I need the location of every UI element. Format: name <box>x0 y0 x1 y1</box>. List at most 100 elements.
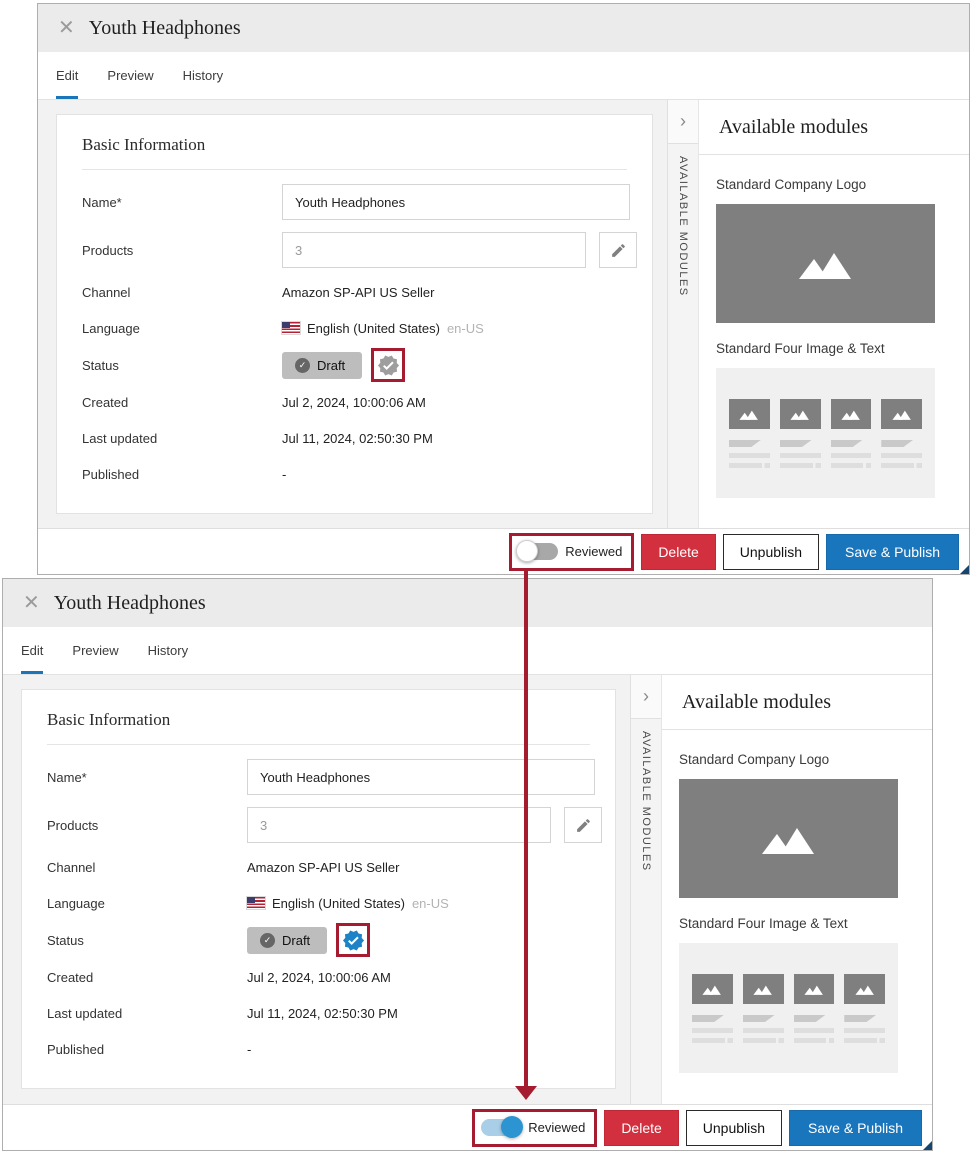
name-label: Name* <box>82 195 282 210</box>
modules-panel-title: Available modules <box>699 100 969 155</box>
tab-preview[interactable]: Preview <box>72 627 118 674</box>
close-icon[interactable]: ✕ <box>23 593 40 613</box>
annotation-arrow-head <box>515 1086 537 1100</box>
toggle-knob[interactable] <box>501 1116 523 1138</box>
section-title: Basic Information <box>47 710 590 745</box>
field-row-created: Created Jul 2, 2024, 10:00:06 AM <box>82 384 627 420</box>
unpublish-button[interactable]: Unpublish <box>723 534 819 570</box>
field-row-name: Name* <box>82 178 627 226</box>
field-row-published: Published - <box>82 456 627 492</box>
module-name-four-image-text: Standard Four Image & Text <box>716 341 952 356</box>
mountains-icon <box>738 409 760 420</box>
tab-history[interactable]: History <box>183 52 223 99</box>
language-value: English (United States) <box>272 896 405 911</box>
language-code: en-US <box>447 321 484 336</box>
status-value: Draft <box>317 358 345 373</box>
module-company-logo-thumbnail[interactable] <box>716 204 935 323</box>
tab-preview[interactable]: Preview <box>107 52 153 99</box>
status-badge: ✓ Draft <box>282 352 362 379</box>
editor-window-before: ✕ Youth Headphones Edit Preview History … <box>37 3 970 575</box>
name-field[interactable] <box>247 759 595 795</box>
module-company-logo-thumbnail[interactable] <box>679 779 898 898</box>
language-label: Language <box>82 321 282 336</box>
main-area: Basic Information Name* Products Ch <box>38 100 667 528</box>
placeholder-column <box>743 974 784 1073</box>
tab-edit[interactable]: Edit <box>56 52 78 99</box>
save-publish-button[interactable]: Save & Publish <box>789 1110 922 1146</box>
field-row-language: Language English (United States) en-US <box>47 885 590 921</box>
mountains-icon <box>840 409 862 420</box>
published-label: Published <box>47 1042 247 1057</box>
name-label: Name* <box>47 770 247 785</box>
name-field[interactable] <box>282 184 630 220</box>
close-icon[interactable]: ✕ <box>58 18 75 38</box>
tab-bar: Edit Preview History <box>38 52 969 100</box>
placeholder-column <box>692 974 733 1073</box>
created-value: Jul 2, 2024, 10:00:06 AM <box>247 970 391 985</box>
language-label: Language <box>47 896 247 911</box>
status-label: Status <box>82 358 282 373</box>
channel-value: Amazon SP-API US Seller <box>247 860 399 875</box>
us-flag-icon <box>282 322 300 334</box>
products-field[interactable] <box>282 232 586 268</box>
mountains-icon <box>752 984 774 995</box>
window-header: ✕ Youth Headphones <box>3 579 932 627</box>
tab-bar: Edit Preview History <box>3 627 932 675</box>
annotation-box-reviewed: Reviewed <box>472 1109 597 1147</box>
check-circle-icon: ✓ <box>295 358 310 373</box>
published-label: Published <box>82 467 282 482</box>
annotation-box-verified-badge <box>371 348 405 382</box>
placeholder-column <box>881 399 922 498</box>
placeholder-column <box>780 399 821 498</box>
mountains-icon <box>795 249 857 279</box>
verified-badge-icon <box>377 354 400 377</box>
toggle-knob[interactable] <box>516 540 538 562</box>
modules-collapse-rail: › AVAILABLE MODULES <box>630 675 662 1104</box>
placeholder-column <box>729 399 770 498</box>
window-header: ✕ Youth Headphones <box>38 4 969 52</box>
field-row-channel: Channel Amazon SP-API US Seller <box>82 274 627 310</box>
annotation-box-reviewed: Reviewed <box>509 533 634 571</box>
pencil-icon <box>575 817 592 834</box>
field-row-last-updated: Last updated Jul 11, 2024, 02:50:30 PM <box>47 995 590 1031</box>
resize-handle[interactable] <box>923 1141 932 1150</box>
placeholder-column <box>844 974 885 1073</box>
main-area: Basic Information Name* Products Ch <box>3 675 630 1104</box>
unpublish-button[interactable]: Unpublish <box>686 1110 782 1146</box>
rail-label: AVAILABLE MODULES <box>640 731 652 872</box>
module-four-image-text-thumbnail[interactable] <box>679 943 898 1073</box>
chevron-right-icon: › <box>643 686 649 707</box>
save-publish-button[interactable]: Save & Publish <box>826 534 959 570</box>
products-label: Products <box>82 243 282 258</box>
field-row-created: Created Jul 2, 2024, 10:00:06 AM <box>47 959 590 995</box>
delete-button[interactable]: Delete <box>604 1110 678 1146</box>
modules-panel-title: Available modules <box>662 675 932 730</box>
status-badge: ✓ Draft <box>247 927 327 954</box>
us-flag-icon <box>247 897 265 909</box>
reviewed-toggle[interactable] <box>481 1119 521 1136</box>
action-bar: Reviewed Delete Unpublish Save & Publish <box>38 528 969 574</box>
annotation-arrow-line <box>524 570 528 1088</box>
module-four-image-text-thumbnail[interactable] <box>716 368 935 498</box>
placeholder-column <box>831 399 872 498</box>
tab-edit[interactable]: Edit <box>21 627 43 674</box>
collapse-panel-button[interactable]: › <box>668 100 698 144</box>
products-label: Products <box>47 818 247 833</box>
field-row-last-updated: Last updated Jul 11, 2024, 02:50:30 PM <box>82 420 627 456</box>
mountains-icon <box>803 984 825 995</box>
mountains-icon <box>701 984 723 995</box>
collapse-panel-button[interactable]: › <box>631 675 661 719</box>
tab-history[interactable]: History <box>148 627 188 674</box>
delete-button[interactable]: Delete <box>641 534 715 570</box>
chevron-right-icon: › <box>680 111 686 132</box>
pencil-icon <box>610 242 627 259</box>
reviewed-toggle-label: Reviewed <box>528 1120 585 1135</box>
reviewed-toggle[interactable] <box>518 543 558 560</box>
window-title: Youth Headphones <box>54 592 206 615</box>
created-label: Created <box>82 395 282 410</box>
resize-handle[interactable] <box>960 565 969 574</box>
products-field[interactable] <box>247 807 551 843</box>
mountains-icon <box>854 984 876 995</box>
edit-products-button[interactable] <box>599 232 637 268</box>
edit-products-button[interactable] <box>564 807 602 843</box>
